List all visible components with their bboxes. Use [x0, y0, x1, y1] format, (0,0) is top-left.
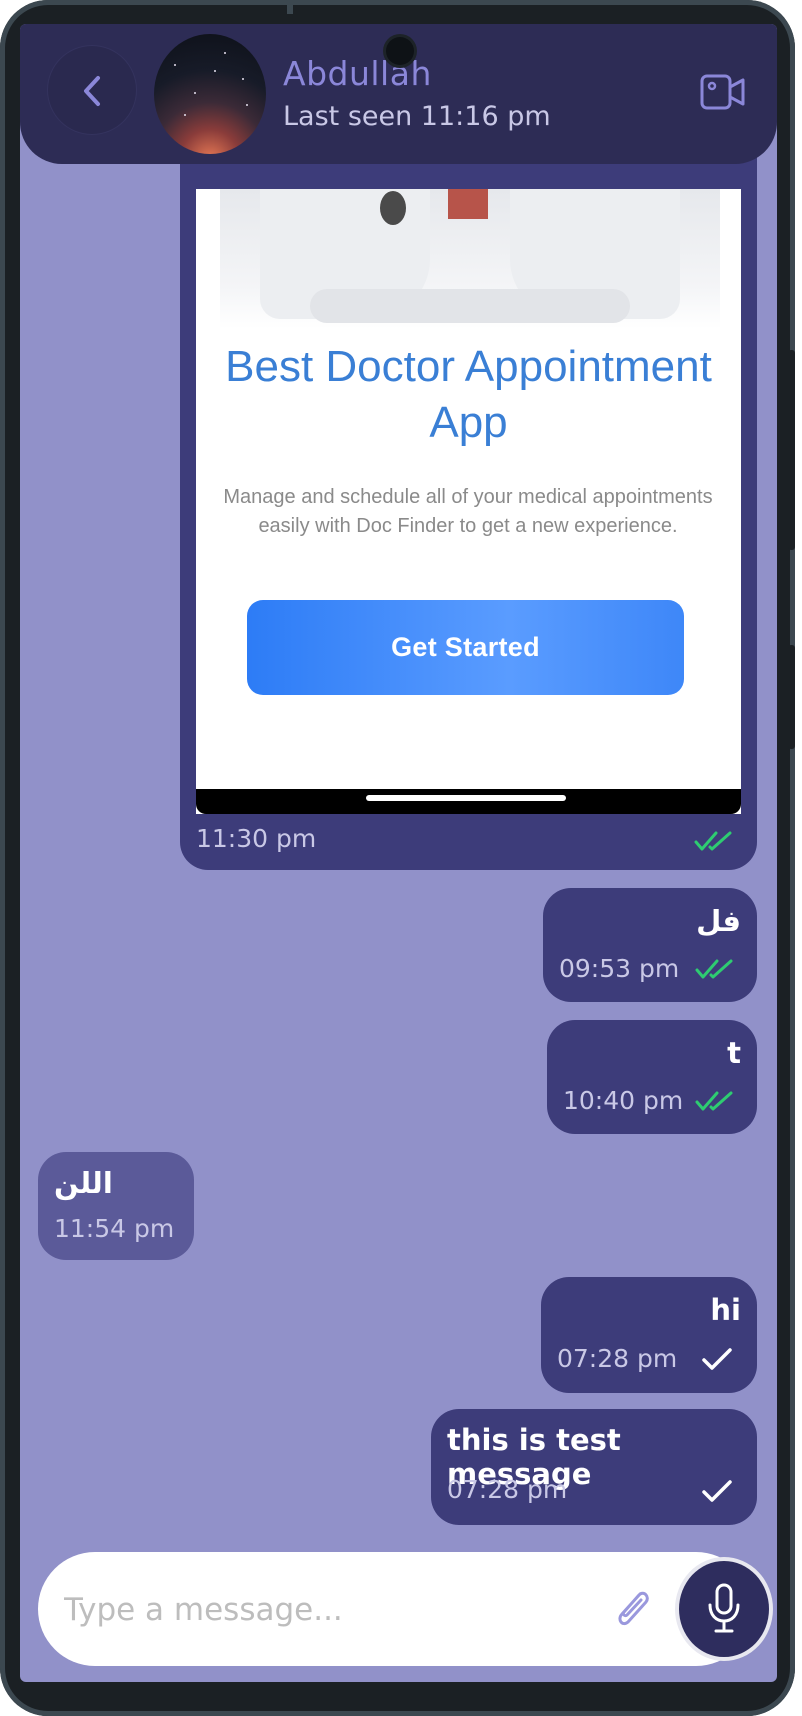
message-composer	[38, 1552, 769, 1666]
double-check-icon	[694, 831, 732, 851]
image-attachment[interactable]: Best Doctor Appointment App Manage and s…	[196, 189, 741, 814]
microphone-button[interactable]	[679, 1561, 769, 1657]
avatar[interactable]	[154, 34, 266, 154]
chevron-left-icon	[84, 76, 100, 106]
image-description: Manage and schedule all of your medical …	[223, 486, 713, 537]
doctor-photo	[220, 189, 720, 329]
message-text: اللن	[54, 1166, 113, 1200]
chat-screen: Best Doctor Appointment App Manage and s…	[20, 24, 777, 1682]
back-button[interactable]	[48, 46, 136, 134]
message-time: 07:28 pm	[557, 1344, 678, 1373]
video-camera-icon[interactable]	[700, 72, 746, 112]
double-check-icon	[695, 959, 733, 979]
message-text: فل	[696, 904, 741, 938]
message-bubble-outgoing[interactable]: فل 09:53 pm	[543, 888, 757, 1002]
get-started-button: Get Started	[247, 600, 684, 695]
phone-notch	[287, 0, 293, 14]
phone-power-button	[788, 645, 795, 749]
screenshot-nav-bar	[196, 789, 741, 814]
front-camera	[386, 37, 414, 65]
message-time: 09:53 pm	[559, 954, 680, 983]
phone-frame: Best Doctor Appointment App Manage and s…	[0, 0, 795, 1716]
message-text: t	[727, 1036, 741, 1070]
check-icon	[702, 1348, 732, 1370]
double-check-icon	[695, 1091, 733, 1111]
home-indicator	[366, 795, 566, 801]
phone-volume-button	[788, 350, 795, 550]
message-bubble-outgoing[interactable]: t 10:40 pm	[547, 1020, 757, 1134]
message-time: 07:28 pm	[447, 1475, 568, 1504]
message-text: hi	[710, 1293, 741, 1327]
message-time: 11:54 pm	[54, 1214, 175, 1243]
message-bubble-outgoing[interactable]: this is test message 07:28 pm	[431, 1409, 757, 1525]
message-bubble-outgoing[interactable]: hi 07:28 pm	[541, 1277, 757, 1393]
message-time: 10:40 pm	[563, 1086, 684, 1115]
message-bubble-incoming[interactable]: اللن 11:54 pm	[38, 1152, 194, 1260]
image-title: Best Doctor Appointment App	[225, 342, 712, 447]
microphone-icon	[708, 1583, 740, 1633]
message-input[interactable]	[62, 1582, 536, 1638]
check-icon	[702, 1480, 732, 1502]
last-seen-status: Last seen 11:16 pm	[283, 101, 551, 132]
message-time: 11:30 pm	[196, 824, 317, 853]
chat-header: Abdullah Last seen 11:16 pm	[20, 24, 777, 164]
paperclip-icon[interactable]	[610, 1584, 654, 1632]
